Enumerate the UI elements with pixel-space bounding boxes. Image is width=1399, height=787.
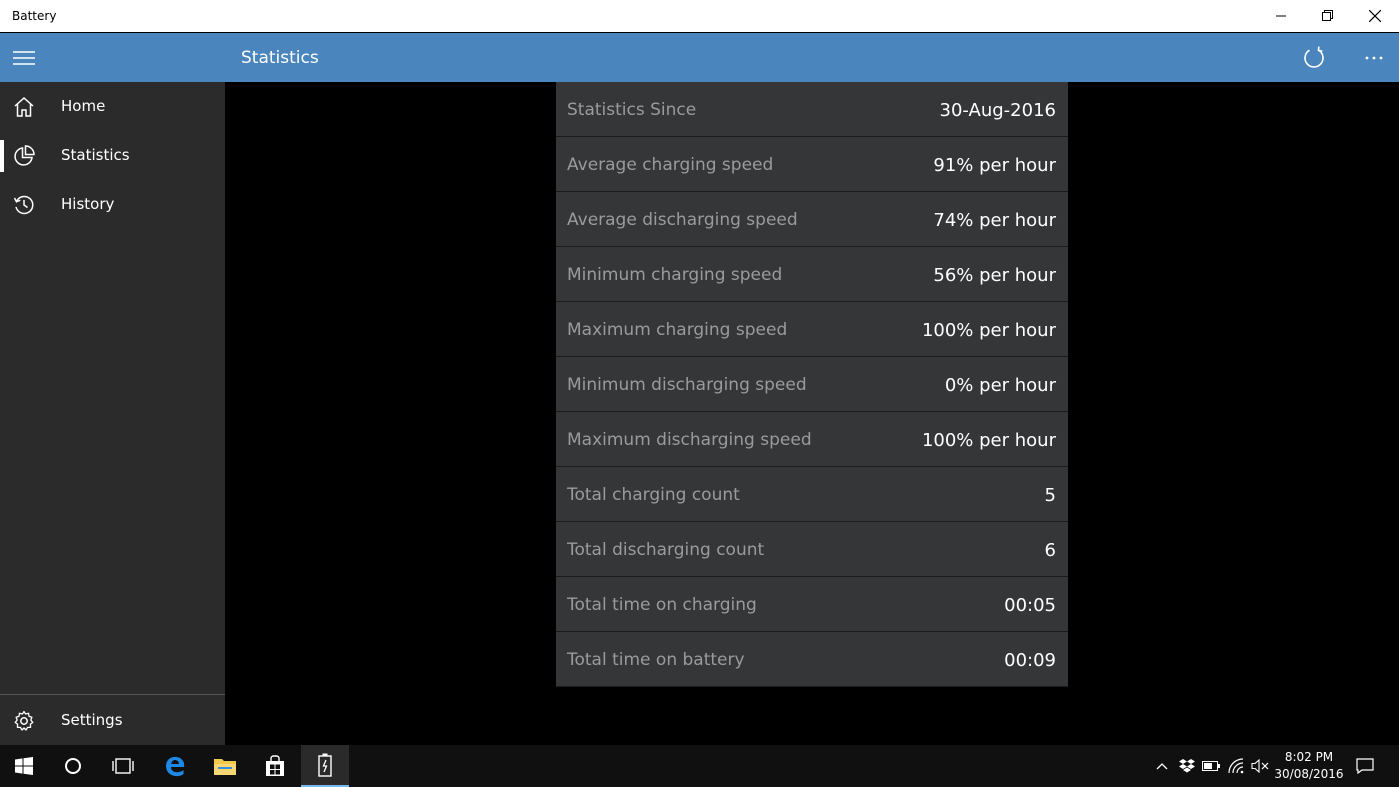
nav-item-statistics[interactable]: Statistics <box>0 132 225 180</box>
stat-value: 100% per hour <box>921 320 1056 341</box>
main-content: Statistics Since 30-Aug-2016 Average cha… <box>225 82 1399 745</box>
stat-value: 100% per hour <box>921 430 1056 451</box>
stat-label: Total discharging count <box>567 540 765 560</box>
minimize-button[interactable] <box>1258 0 1304 32</box>
chevron-up-icon <box>1156 763 1168 770</box>
stat-value: 6 <box>1044 540 1056 561</box>
battery-charging-icon <box>318 753 332 777</box>
volume-tray-button[interactable] <box>1250 756 1270 776</box>
stat-label: Minimum discharging speed <box>567 375 807 395</box>
edge-button[interactable] <box>151 745 199 787</box>
network-tray-button[interactable] <box>1227 756 1247 776</box>
file-explorer-button[interactable] <box>201 745 249 787</box>
stat-row-avg-charging: Average charging speed 91% per hour <box>556 137 1068 192</box>
nav-item-label: Statistics <box>61 146 130 164</box>
wifi-icon <box>1228 758 1244 774</box>
window-title-bar: Battery <box>0 0 1399 32</box>
refresh-button[interactable] <box>1296 40 1332 76</box>
stat-row-avg-discharging: Average discharging speed 74% per hour <box>556 192 1068 247</box>
more-icon <box>1365 56 1383 60</box>
close-button[interactable] <box>1352 0 1398 32</box>
stat-row-discharging-count: Total discharging count 6 <box>556 522 1068 577</box>
stat-row-max-charging: Maximum charging speed 100% per hour <box>556 302 1068 357</box>
windows-logo-icon <box>15 757 33 775</box>
stat-label: Minimum charging speed <box>567 265 783 285</box>
stat-label: Total charging count <box>567 485 740 505</box>
stat-value: 0% per hour <box>944 375 1056 396</box>
stat-row-time-charging: Total time on charging 00:05 <box>556 577 1068 632</box>
page-title: Statistics <box>241 48 319 68</box>
battery-icon <box>1202 761 1220 771</box>
cortana-icon <box>65 758 81 774</box>
stat-label: Average discharging speed <box>567 210 798 230</box>
stat-value: 74% per hour <box>933 210 1056 231</box>
refresh-icon <box>1304 46 1324 68</box>
stat-row-statistics-since: Statistics Since 30-Aug-2016 <box>556 82 1068 137</box>
nav-item-history[interactable]: History <box>0 181 225 229</box>
navigation-pane: Home Statistics History Settings <box>0 82 225 745</box>
clock[interactable]: 8:02 PM 30/08/2016 <box>1272 749 1346 783</box>
task-view-button[interactable] <box>99 745 147 787</box>
action-center-button[interactable] <box>1355 756 1375 776</box>
hamburger-icon <box>13 50 35 65</box>
nav-item-label: Home <box>61 97 106 115</box>
stat-row-max-discharging: Maximum discharging speed 100% per hour <box>556 412 1068 467</box>
selection-indicator <box>0 140 4 172</box>
stat-row-charging-count: Total charging count 5 <box>556 467 1068 522</box>
stat-label: Statistics Since <box>567 100 697 120</box>
window-title: Battery <box>12 9 57 23</box>
stat-row-min-discharging: Minimum discharging speed 0% per hour <box>556 357 1068 412</box>
stat-value: 30-Aug-2016 <box>939 100 1056 121</box>
nav-item-settings[interactable]: Settings <box>0 697 225 745</box>
notification-icon <box>1356 758 1374 774</box>
stat-value: 5 <box>1044 485 1056 506</box>
statistics-list: Statistics Since 30-Aug-2016 Average cha… <box>556 82 1068 687</box>
stat-row-min-charging: Minimum charging speed 56% per hour <box>556 247 1068 302</box>
app-header: Statistics <box>0 33 1399 82</box>
stat-label: Maximum charging speed <box>567 320 788 340</box>
clock-time: 8:02 PM <box>1284 750 1334 764</box>
nav-item-label: History <box>61 195 115 213</box>
gear-icon <box>14 710 34 731</box>
hamburger-button[interactable] <box>0 33 48 82</box>
stat-label: Total time on battery <box>567 650 745 670</box>
nav-item-label: Settings <box>61 711 123 729</box>
stat-label: Total time on charging <box>567 595 757 615</box>
volume-muted-icon <box>1251 759 1269 773</box>
stat-row-time-battery: Total time on battery 00:09 <box>556 632 1068 687</box>
start-button[interactable] <box>0 745 48 787</box>
pie-chart-icon <box>14 145 35 166</box>
stat-value: 56% per hour <box>933 265 1056 286</box>
restore-button[interactable] <box>1305 0 1351 32</box>
stat-label: Average charging speed <box>567 155 774 175</box>
stat-value: 00:05 <box>1004 595 1056 616</box>
stat-value: 91% per hour <box>933 155 1056 176</box>
clock-date: 30/08/2016 <box>1274 767 1344 781</box>
edge-browser-icon <box>166 756 185 777</box>
close-icon <box>1369 10 1381 22</box>
stat-value: 00:09 <box>1004 650 1056 671</box>
cortana-button[interactable] <box>49 745 97 787</box>
history-icon <box>13 195 34 215</box>
battery-tray-button[interactable] <box>1201 756 1221 776</box>
show-hidden-icons-button[interactable] <box>1152 756 1172 776</box>
store-bag-icon <box>266 755 284 776</box>
battery-app-button[interactable] <box>301 745 349 787</box>
task-view-icon <box>112 758 134 774</box>
nav-item-home[interactable]: Home <box>0 83 225 131</box>
taskbar: 8:02 PM 30/08/2016 <box>0 745 1399 787</box>
dropbox-tray-button[interactable] <box>1177 756 1197 776</box>
divider <box>0 694 225 695</box>
restore-icon <box>1322 10 1333 21</box>
folder-icon <box>214 759 236 775</box>
store-button[interactable] <box>251 745 299 787</box>
minimize-icon <box>1276 15 1286 17</box>
dropbox-icon <box>1179 759 1195 773</box>
stat-label: Maximum discharging speed <box>567 430 812 450</box>
more-options-button[interactable] <box>1356 40 1392 76</box>
home-icon <box>14 96 34 117</box>
